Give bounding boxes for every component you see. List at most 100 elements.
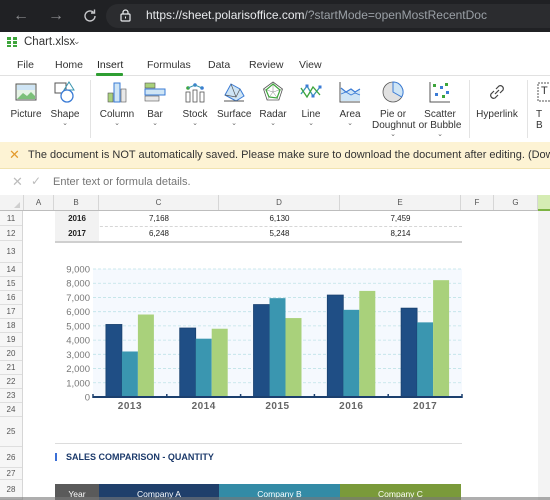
scatter-label-line1: Scatter [424, 109, 456, 120]
chevron-down-icon: ⌄ [437, 131, 443, 138]
picture-button[interactable]: Picture [8, 80, 44, 120]
row-header[interactable]: 21 [0, 361, 22, 375]
insert-ribbon: Picture Shape ⌄ Column ⌄ Bar ⌄ Stock ⌄ S… [0, 76, 550, 142]
ribbon-separator [527, 80, 528, 138]
check-icon[interactable]: ✓ [31, 174, 41, 188]
column-header-d[interactable]: D [219, 195, 340, 210]
company-a-cell[interactable]: 7,168 [99, 211, 219, 226]
tab-home[interactable]: Home [55, 59, 83, 71]
textbox-button[interactable]: T TB [536, 80, 550, 131]
chevron-down-icon: ⌄ [308, 120, 314, 127]
row-header[interactable]: 26 [0, 447, 22, 468]
row-header[interactable]: 20 [0, 347, 22, 361]
y-tick-label: 3,000 [66, 350, 90, 361]
surface-chart-button[interactable]: Surface ⌄ [217, 80, 251, 128]
tab-formulas[interactable]: Formulas [147, 59, 191, 71]
row-header[interactable]: 15 [0, 277, 22, 291]
tab-view[interactable]: View [299, 59, 322, 71]
select-all-corner[interactable] [0, 195, 24, 210]
company-c-cell[interactable]: 8,214 [340, 226, 461, 241]
column-header-e[interactable]: E [340, 195, 461, 210]
shape-button[interactable]: Shape ⌄ [49, 80, 81, 128]
line-label: Line [301, 109, 321, 120]
pie-doughnut-chart-button[interactable]: Pie or Doughnut ⌄ [372, 80, 415, 139]
chevron-down-icon: ⌄ [152, 120, 158, 127]
row-header[interactable]: 24 [0, 403, 22, 417]
company-b-cell[interactable]: 6,130 [219, 211, 340, 226]
row-header[interactable]: 19 [0, 333, 22, 347]
column-chart-button[interactable]: Column ⌄ [98, 80, 136, 128]
bar-company-b [269, 298, 286, 397]
spreadsheet-app-icon[interactable] [7, 37, 18, 47]
tab-insert[interactable]: Insert [97, 59, 123, 71]
column-header-a[interactable]: A [24, 195, 54, 210]
bar-company-b [195, 338, 212, 397]
tab-file[interactable]: File [17, 59, 34, 71]
back-arrow-icon[interactable]: ← [11, 6, 31, 26]
row-header[interactable]: 12 [0, 226, 22, 241]
hyperlink-label: Hyperlink [476, 109, 518, 120]
bar-company-c [211, 328, 228, 397]
table-bottom-border [55, 241, 462, 243]
column-header-g[interactable]: G [494, 195, 538, 210]
formula-input[interactable] [53, 176, 533, 188]
column-header-selected[interactable] [538, 195, 550, 211]
cancel-icon[interactable]: ✕ [12, 174, 23, 190]
row-header[interactable]: 11 [0, 211, 22, 226]
file-name[interactable]: Chart.xlsx [24, 36, 75, 48]
bar-company-b [343, 309, 360, 397]
row-header[interactable]: 14 [0, 263, 22, 277]
row-header[interactable]: 22 [0, 375, 22, 389]
formula-bar: ✕ ✓ [0, 170, 550, 195]
forward-arrow-icon[interactable]: → [46, 6, 66, 26]
row-header[interactable]: 25 [0, 417, 22, 447]
row-header[interactable]: 23 [0, 389, 22, 403]
lock-icon[interactable] [120, 9, 131, 22]
section-marker [55, 453, 57, 461]
unsaved-warning-banner: ✕ The document is NOT automatically save… [0, 142, 550, 169]
surface-chart-icon [224, 83, 245, 102]
y-tick-label: 8,000 [66, 279, 90, 290]
row-header[interactable]: 18 [0, 319, 22, 333]
y-tick-label: 1,000 [66, 378, 90, 389]
column-header-b[interactable]: B [54, 195, 99, 210]
line-chart-button[interactable]: Line ⌄ [299, 80, 323, 128]
area-chart-icon [339, 82, 361, 103]
tab-review[interactable]: Review [249, 59, 283, 71]
url-text[interactable]: https://sheet.polarisoffice.com/?startMo… [146, 8, 487, 22]
bar-chart-button[interactable]: Bar ⌄ [143, 80, 167, 128]
scatter-bubble-chart-button[interactable]: Scatter or Bubble ⌄ [418, 80, 462, 139]
line-chart-icon [300, 84, 322, 99]
bar-company-c [137, 314, 154, 397]
y-tick-label: 4,000 [66, 336, 90, 347]
column-header-c[interactable]: C [99, 195, 219, 210]
row-header[interactable]: 27 [0, 468, 22, 480]
stock-label: Stock [182, 109, 208, 120]
sales-column-chart[interactable]: 0 1,000 2,000 3,000 4,000 5,000 6,000 7,000 8,00… [60, 262, 470, 417]
company-c-cell[interactable]: 7,459 [340, 211, 461, 226]
radar-chart-button[interactable]: Radar ⌄ [258, 80, 288, 128]
area-chart-button[interactable]: Area ⌄ [338, 80, 362, 128]
bar-company-c [359, 290, 376, 397]
company-a-cell[interactable]: 6,248 [99, 226, 219, 241]
scatter-label-line2: or Bubble [418, 120, 462, 131]
chevron-down-icon[interactable]: ⌄ [73, 36, 81, 47]
reload-icon[interactable] [80, 6, 100, 26]
year-cell[interactable]: 2016 [55, 211, 99, 226]
row-header[interactable]: 17 [0, 305, 22, 319]
stock-chart-button[interactable]: Stock ⌄ [181, 80, 209, 128]
year-cell[interactable]: 2017 [55, 226, 99, 241]
company-b-cell[interactable]: 5,248 [219, 226, 340, 241]
row-header[interactable]: 16 [0, 291, 22, 305]
shape-label: Shape [50, 109, 80, 120]
y-tick-label: 6,000 [66, 307, 90, 318]
textbox-icon: T [537, 82, 550, 102]
row-header[interactable]: 13 [0, 241, 22, 263]
pie-label-line1: Pie or [379, 109, 407, 120]
textbox-label-line2: B [536, 120, 543, 131]
close-icon[interactable]: ✕ [9, 147, 20, 163]
column-header-f[interactable]: F [461, 195, 494, 210]
hyperlink-button[interactable]: Hyperlink [474, 80, 520, 120]
stock-chart-icon [185, 83, 205, 103]
tab-data[interactable]: Data [208, 59, 230, 71]
